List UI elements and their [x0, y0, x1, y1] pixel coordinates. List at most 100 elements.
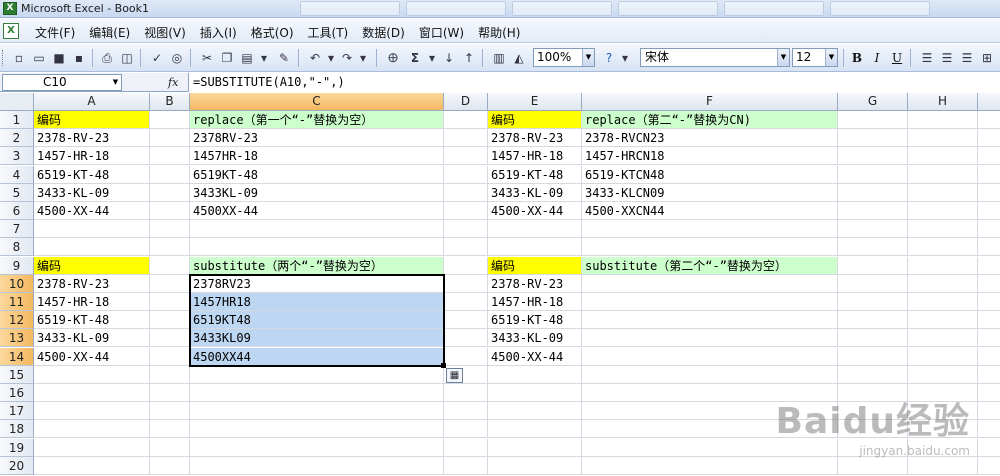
column-header-f[interactable]: F — [582, 93, 838, 111]
cell-e8[interactable] — [488, 238, 582, 257]
cell-b12[interactable] — [150, 311, 190, 330]
column-header-a[interactable]: A — [34, 93, 150, 111]
workbook-icon[interactable]: X — [3, 23, 19, 39]
cell-e5[interactable]: 3433-KL-09 — [488, 183, 582, 202]
cell-a1[interactable]: 编码 — [34, 111, 150, 129]
cell-e10[interactable]: 2378-RV-23 — [488, 274, 582, 293]
underline-button[interactable]: U — [888, 49, 906, 67]
cell-f10[interactable] — [582, 274, 838, 293]
sort-ascending-icon[interactable]: ↓ — [440, 49, 458, 67]
cell-e7[interactable] — [488, 220, 582, 239]
menu-data[interactable]: 数据(D) — [355, 23, 412, 42]
cell-c3[interactable]: 1457HR-18 — [190, 147, 444, 166]
cell-a12[interactable]: 6519-KT-48 — [34, 311, 150, 330]
cell-b1[interactable] — [150, 111, 190, 129]
cell-f6[interactable]: 4500-XXCN44 — [582, 202, 838, 220]
chevron-down-icon[interactable]: ▼ — [582, 49, 594, 66]
cell-g6[interactable] — [838, 202, 908, 220]
chevron-down-icon[interactable]: ▼ — [777, 49, 789, 66]
cell-e9[interactable]: 编码 — [488, 256, 582, 275]
cell-d5[interactable] — [444, 183, 488, 202]
cell-a20[interactable] — [34, 456, 150, 475]
insert-function-icon[interactable]: fx — [168, 74, 182, 91]
cell-c1[interactable]: replace（第一个“-”替换为空） — [190, 111, 444, 129]
cell-g9[interactable] — [838, 256, 908, 275]
cell-a8[interactable] — [34, 238, 150, 257]
cell-d18[interactable] — [444, 420, 488, 439]
cell-f12[interactable] — [582, 311, 838, 330]
align-center-icon[interactable]: ☰ — [938, 49, 956, 67]
cell-g5[interactable] — [838, 183, 908, 202]
cell-b4[interactable] — [150, 165, 190, 184]
cell-h12[interactable] — [908, 311, 978, 330]
cell-c19[interactable] — [190, 438, 444, 457]
cell-b8[interactable] — [150, 238, 190, 257]
cell-e12[interactable]: 6519-KT-48 — [488, 311, 582, 330]
row-header-12[interactable]: 12 — [0, 311, 34, 330]
cell-e11[interactable]: 1457-HR-18 — [488, 293, 582, 311]
toolbar-grip[interactable] — [2, 50, 5, 66]
cell-f14[interactable] — [582, 347, 838, 366]
cell-a17[interactable] — [34, 402, 150, 421]
cell-f7[interactable] — [582, 220, 838, 239]
cell-c20[interactable] — [190, 456, 444, 475]
cell-e2[interactable]: 2378-RV-23 — [488, 129, 582, 148]
cell-f8[interactable] — [582, 238, 838, 257]
cell-f4[interactable]: 6519-KTCN48 — [582, 165, 838, 184]
cell-f13[interactable] — [582, 329, 838, 348]
cell-b19[interactable] — [150, 438, 190, 457]
cell-d9[interactable] — [444, 256, 488, 275]
cell-a5[interactable]: 3433-KL-09 — [34, 183, 150, 202]
hyperlink-icon[interactable]: 🜨 — [384, 49, 402, 67]
cell-g20[interactable] — [838, 456, 908, 475]
cell-g2[interactable] — [838, 129, 908, 148]
cell-a2[interactable]: 2378-RV-23 — [34, 129, 150, 148]
cut-icon[interactable]: ✂ — [198, 49, 216, 67]
cell-c7[interactable] — [190, 220, 444, 239]
cell-d19[interactable] — [444, 438, 488, 457]
cell-a10[interactable]: 2378-RV-23 — [34, 274, 150, 293]
cell-h3[interactable] — [908, 147, 978, 166]
cell-h7[interactable] — [908, 220, 978, 239]
cell-g1[interactable] — [838, 111, 908, 129]
print-preview-icon[interactable]: ◫ — [118, 49, 136, 67]
cell-d2[interactable] — [444, 129, 488, 148]
cell-e16[interactable] — [488, 384, 582, 402]
menu-tools[interactable]: 工具(T) — [301, 23, 356, 42]
cell-e3[interactable]: 1457-HR-18 — [488, 147, 582, 166]
cell-h14[interactable] — [908, 347, 978, 366]
cell-c17[interactable] — [190, 402, 444, 421]
cell-b9[interactable] — [150, 256, 190, 275]
select-all-corner[interactable] — [0, 93, 34, 111]
paste-options-icon[interactable]: ▦ — [446, 367, 463, 383]
cell-h10[interactable] — [908, 274, 978, 293]
cell-d11[interactable] — [444, 293, 488, 311]
cell-b2[interactable] — [150, 129, 190, 148]
cell-e6[interactable]: 4500-XX-44 — [488, 202, 582, 220]
row-header-18[interactable]: 18 — [0, 420, 34, 439]
cell-h6[interactable] — [908, 202, 978, 220]
row-header-11[interactable]: 11 — [0, 293, 34, 311]
row-header-6[interactable]: 6 — [0, 202, 34, 220]
cell-a11[interactable]: 1457-HR-18 — [34, 293, 150, 311]
cell-f5[interactable]: 3433-KLCN09 — [582, 183, 838, 202]
toolbar-options-icon[interactable]: ▾ — [616, 49, 634, 67]
cell-c10[interactable]: 2378RV23 — [190, 274, 444, 293]
italic-button[interactable]: I — [868, 49, 886, 67]
row-header-16[interactable]: 16 — [0, 384, 34, 402]
cell-c9[interactable]: substitute（两个“-”替换为空） — [190, 256, 444, 275]
cell-e15[interactable] — [488, 365, 582, 384]
cell-a3[interactable]: 1457-HR-18 — [34, 147, 150, 166]
merge-center-icon[interactable]: ⊞ — [978, 49, 996, 67]
column-header-h[interactable]: H — [908, 93, 978, 111]
cell-d12[interactable] — [444, 311, 488, 330]
cell-e19[interactable] — [488, 438, 582, 457]
cell-c16[interactable] — [190, 384, 444, 402]
cell-a18[interactable] — [34, 420, 150, 439]
cell-a13[interactable]: 3433-KL-09 — [34, 329, 150, 348]
menu-view[interactable]: 视图(V) — [137, 23, 193, 42]
cell-f3[interactable]: 1457-HRCN18 — [582, 147, 838, 166]
column-header-e[interactable]: E — [488, 93, 582, 111]
cell-h5[interactable] — [908, 183, 978, 202]
row-header-17[interactable]: 17 — [0, 402, 34, 421]
